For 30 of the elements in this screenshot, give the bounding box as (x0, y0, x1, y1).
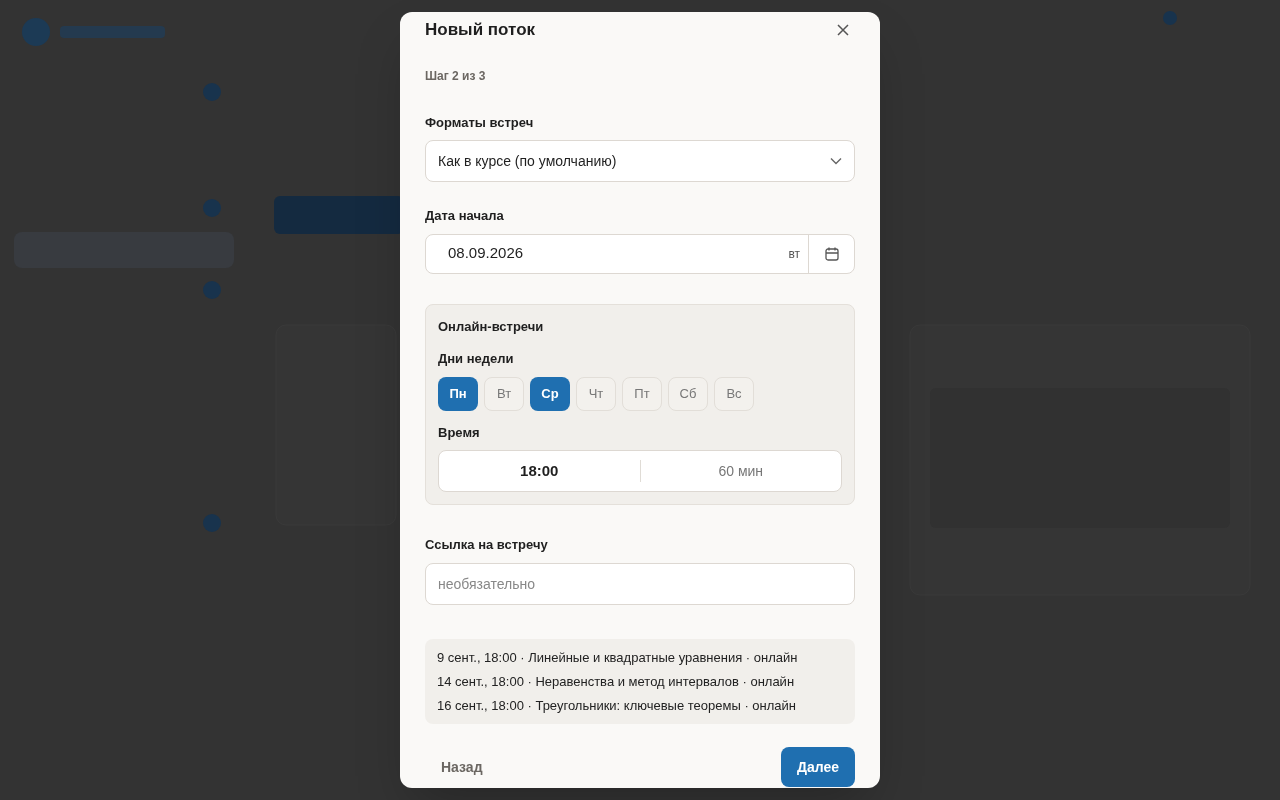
next-button[interactable]: Далее (780, 747, 855, 787)
chevron-down-icon (830, 157, 842, 165)
weekday-toggle[interactable]: Пн (438, 376, 478, 411)
schedule-entry: 14 сент., 18:00 · Неравенства и метод интервалов · онлайн (437, 672, 796, 691)
step-indicator: Шаг 2 из 3 (425, 67, 487, 85)
schedule-entry: 16 сент., 18:00 · Треугольники: ключевые теоремы · онлайн (437, 696, 798, 715)
weekday-text: вт (788, 245, 801, 263)
time-value: 18:00 (519, 460, 560, 481)
weekday-toggle[interactable]: Сб (668, 376, 708, 411)
weekday-toggle[interactable]: Вт (484, 376, 524, 411)
dialog-title: Новый поток (425, 19, 536, 41)
field-label: Дата начала (425, 207, 505, 225)
schedule-entry: 9 сент., 18:00 · Линейные и квадратные уравнения · онлайн (437, 648, 799, 667)
weekday-toggle[interactable]: Пт (622, 376, 662, 411)
back-button[interactable]: Назад (425, 747, 499, 787)
format-select[interactable]: Как в курсе (по умолчанию) (425, 140, 855, 182)
field-label: Дни недели (438, 350, 515, 368)
weekday-toggle[interactable]: Ср (530, 376, 570, 411)
panel-title: Онлайн-встречи (438, 317, 545, 336)
duration-value: 60 мин (717, 461, 765, 481)
close-icon (837, 23, 849, 36)
calendar-icon (824, 246, 839, 261)
date-field[interactable]: 08.09.2026 вт (425, 233, 855, 274)
weekday-toggle[interactable]: Вс (714, 376, 754, 411)
link-input-field[interactable]: необязательно (425, 562, 855, 605)
field-label: Время (438, 423, 481, 442)
time-field[interactable]: 18:00 60 мин (438, 450, 842, 492)
field-label: Ссылка на встречу (425, 536, 549, 554)
weekday-toggle[interactable]: Чт (576, 376, 616, 411)
field-label: Форматы встреч (425, 113, 535, 132)
